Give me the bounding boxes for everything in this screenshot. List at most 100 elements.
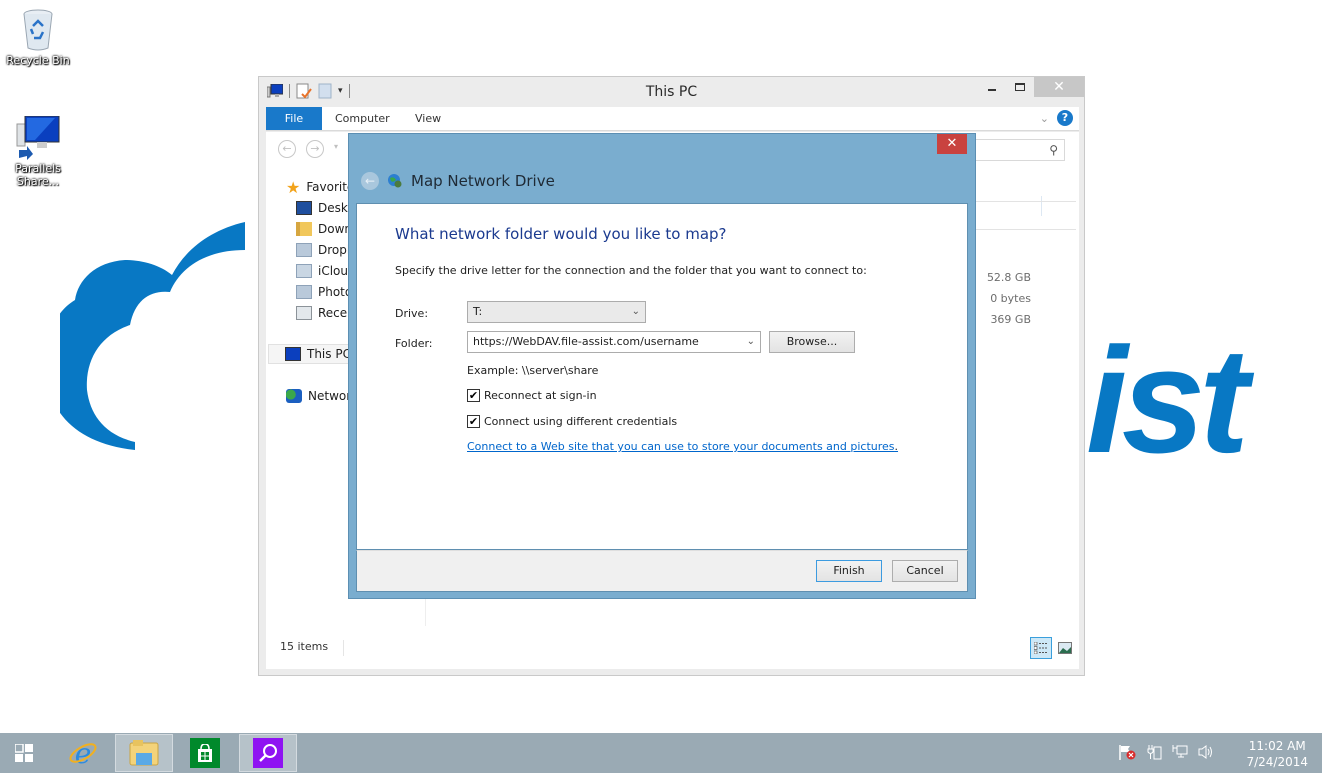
dialog-footer: Finish Cancel: [356, 550, 968, 592]
nav-item-photo-stream[interactable]: Photo: [296, 283, 352, 301]
example-hint: Example: \\server\share: [467, 364, 599, 377]
close-icon: ✕: [946, 136, 958, 151]
forward-arrow-icon: →: [310, 142, 320, 155]
downloads-icon: [296, 222, 312, 236]
desktop-icon-recycle-bin[interactable]: Recycle Bin: [0, 8, 76, 67]
drive-select[interactable]: T: ⌄: [467, 301, 646, 323]
desktop-icon: [296, 201, 312, 215]
group-divider: [976, 201, 1076, 202]
back-button[interactable]: ←: [278, 140, 296, 158]
folder-input[interactable]: https://WebDAV.file-assist.com/username …: [467, 331, 761, 353]
separator: [343, 640, 344, 656]
network-status-icon[interactable]: [1172, 744, 1188, 760]
forward-button[interactable]: →: [306, 140, 324, 158]
tab-file[interactable]: File: [266, 107, 322, 130]
volume-icon[interactable]: [1198, 744, 1214, 760]
dialog-back-button[interactable]: ←: [361, 172, 379, 190]
desktop: ist Recycle Bin Parallels Share... ▾ Thi…: [0, 0, 1322, 733]
close-icon: ✕: [1053, 79, 1065, 95]
ribbon-tabs: File Computer View ⌄ ?: [266, 107, 1079, 131]
window-controls: ✕: [978, 77, 1084, 97]
clock-time: 11:02 AM: [1248, 739, 1306, 753]
large-icons-view-button[interactable]: [1054, 637, 1076, 659]
minimize-icon: [988, 89, 996, 91]
maximize-icon: [1015, 83, 1025, 91]
tab-computer[interactable]: Computer: [322, 107, 403, 130]
maximize-button[interactable]: [1006, 77, 1034, 97]
expand-ribbon-icon[interactable]: ⌄: [1040, 112, 1049, 125]
dialog-description: Specify the drive letter for the connect…: [395, 264, 867, 277]
start-button[interactable]: [0, 734, 48, 772]
parallels-share-icon: [16, 116, 60, 160]
nav-item-dropbox[interactable]: Dropb: [296, 241, 355, 259]
taskbar-file-explorer[interactable]: [115, 734, 173, 772]
recycle-bin-icon: [23, 9, 53, 51]
taskbar-store[interactable]: [176, 734, 234, 772]
taskbar-search[interactable]: [239, 734, 297, 772]
drive-size: 0 bytes: [990, 292, 1031, 305]
link-suffix: .: [894, 440, 899, 453]
store-icon: [190, 738, 220, 768]
browse-button[interactable]: Browse...: [769, 331, 855, 353]
nav-item-icloud[interactable]: iClouc: [296, 262, 355, 280]
credentials-label: Connect using different credentials: [484, 415, 678, 428]
details-view-button[interactable]: [1030, 637, 1052, 659]
power-icon[interactable]: [1146, 744, 1162, 760]
internet-explorer-icon: e: [69, 738, 97, 768]
large-icons-view-icon: [1058, 642, 1072, 654]
folder-label: Folder:: [395, 337, 433, 350]
search-icon: ⚲: [1049, 143, 1058, 157]
cancel-button[interactable]: Cancel: [892, 560, 958, 582]
credentials-option[interactable]: ✔ Connect using different credentials: [467, 415, 677, 428]
system-tray: [1118, 744, 1214, 760]
cloud-logo: [60, 222, 245, 450]
network-drive-icon: [388, 174, 402, 188]
window-title: This PC: [645, 84, 698, 100]
svg-text:e: e: [75, 738, 92, 768]
chevron-down-icon[interactable]: ⌄: [747, 332, 755, 352]
title-bar[interactable]: ▾ This PC ✕: [259, 77, 1084, 107]
this-pc-icon: [285, 347, 301, 361]
finish-button[interactable]: Finish: [816, 560, 882, 582]
search-app-icon: [253, 738, 283, 768]
clock[interactable]: 11:02 AM 7/24/2014: [1246, 738, 1308, 770]
web-site-link[interactable]: Connect to a Web site that you can use t…: [467, 440, 895, 453]
nav-item-downloads[interactable]: Down: [296, 220, 352, 238]
desktop-icon-parallels-share[interactable]: Parallels Share...: [0, 116, 76, 188]
tab-view[interactable]: View: [402, 107, 454, 130]
drive-size: 369 GB: [990, 313, 1031, 326]
credentials-checkbox[interactable]: ✔: [467, 415, 480, 428]
drive-value: T:: [473, 305, 483, 318]
nav-label: Down: [318, 222, 353, 236]
status-bar: 15 items: [266, 636, 1079, 662]
clock-date: 7/24/2014: [1246, 755, 1308, 769]
action-center-flag-icon[interactable]: [1118, 744, 1136, 760]
recent-locations-icon[interactable]: ▾: [334, 142, 338, 151]
drive-size: 52.8 GB: [986, 271, 1031, 284]
desktop-icon-label: Parallels Share...: [15, 162, 61, 188]
item-count: 15 items: [280, 640, 329, 653]
network-icon: [286, 389, 302, 403]
details-view-icon: [1034, 642, 1048, 654]
dialog-close-button[interactable]: ✕: [937, 134, 967, 154]
start-icon: [15, 744, 33, 762]
reconnect-option[interactable]: ✔ Reconnect at sign-in: [467, 389, 597, 402]
nav-item-recent[interactable]: Recen: [296, 304, 355, 322]
nav-label: This PC: [307, 347, 351, 361]
dialog-body: What network folder would you like to ma…: [356, 203, 968, 550]
back-arrow-icon: ←: [282, 142, 292, 155]
close-button[interactable]: ✕: [1034, 77, 1084, 97]
star-icon: ★: [286, 177, 301, 197]
folder-value: https://WebDAV.file-assist.com/username: [473, 335, 699, 348]
icloud-folder-icon: [296, 264, 312, 278]
taskbar-internet-explorer[interactable]: e: [54, 734, 112, 772]
help-icon[interactable]: ?: [1057, 110, 1073, 126]
column-divider: [1041, 196, 1042, 216]
file-explorer-icon: [129, 740, 159, 766]
dropbox-folder-icon: [296, 243, 312, 257]
photo-folder-icon: [296, 285, 312, 299]
minimize-button[interactable]: [978, 77, 1006, 97]
chevron-down-icon: ⌄: [631, 306, 640, 317]
reconnect-label: Reconnect at sign-in: [484, 389, 597, 402]
reconnect-checkbox[interactable]: ✔: [467, 389, 480, 402]
